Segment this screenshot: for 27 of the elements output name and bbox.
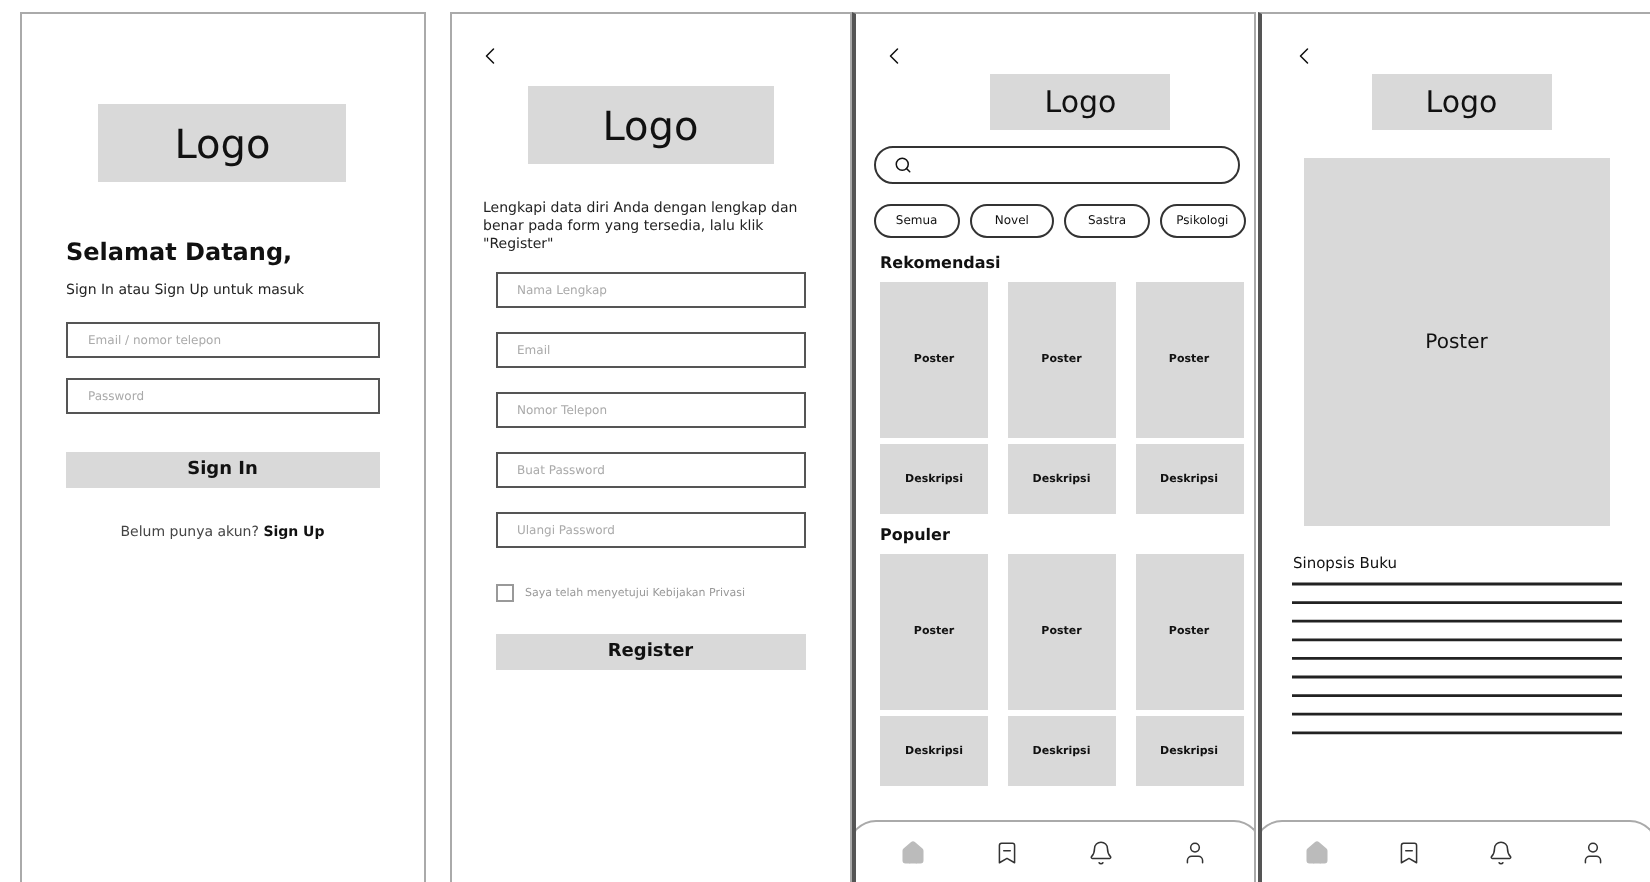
bell-icon [1488,839,1515,865]
section-title: Populer [880,526,952,544]
user-nav-button[interactable] [1580,839,1607,865]
user-nav-button[interactable] [1182,839,1209,865]
bell-nav-button[interactable] [1088,839,1115,865]
user-icon [1182,839,1209,865]
logo-text: Logo [174,119,271,167]
home-icon [1304,839,1331,865]
search-field[interactable] [874,146,1239,184]
logo-text: Logo [1425,84,1498,120]
home-icon [900,839,927,865]
welcome-heading: Selamat Datang, [66,238,295,266]
search-icon [894,156,912,174]
sign-in-button[interactable]: Sign In [66,452,379,488]
bookmark-icon [1396,839,1423,865]
bookmark-nav-button[interactable] [994,839,1021,865]
checkbox[interactable] [495,584,513,603]
logo-text: Logo [1044,84,1117,120]
bookmark-nav-button[interactable] [1396,839,1423,865]
bell-nav-button[interactable] [1488,839,1515,865]
bell-icon [1088,839,1115,865]
section-title: Rekomendasi [880,254,1003,272]
register-button[interactable]: Register [495,634,806,671]
book-poster: Poster [1303,158,1611,526]
logo-text: Logo [602,101,699,149]
user-icon [1580,839,1607,865]
bookmark-icon [994,839,1021,865]
